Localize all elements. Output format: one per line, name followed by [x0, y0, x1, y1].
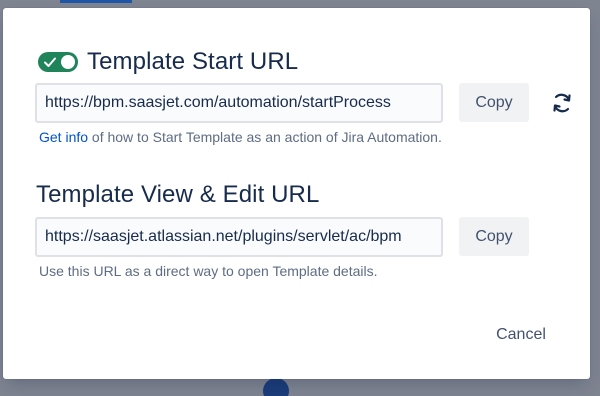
background-content-fragment	[590, 312, 600, 330]
template-urls-dialog: Template Start URL Copy Get info of how …	[3, 8, 590, 379]
start-url-field[interactable]	[35, 83, 443, 123]
view-url-input[interactable]	[45, 228, 433, 246]
get-info-link[interactable]: Get info	[39, 129, 88, 145]
start-url-header: Template Start URL	[38, 48, 298, 76]
start-url-input[interactable]	[45, 94, 433, 112]
background-avatar	[263, 378, 289, 396]
cancel-button[interactable]: Cancel	[483, 317, 559, 353]
start-url-toggle[interactable]	[38, 52, 78, 72]
refresh-icon[interactable]	[550, 91, 574, 115]
start-url-help-text: of how to Start Template as an action of…	[88, 129, 442, 145]
background-content-fragment	[592, 104, 600, 118]
copy-start-url-button[interactable]: Copy	[459, 83, 529, 122]
view-url-field[interactable]	[35, 217, 443, 257]
start-url-title: Template Start URL	[87, 48, 299, 75]
view-url-help: Use this URL as a direct way to open Tem…	[39, 263, 378, 279]
background-active-tab-indicator	[60, 0, 132, 3]
check-icon	[44, 57, 56, 67]
view-url-title: Template View & Edit URL	[36, 181, 320, 208]
copy-view-url-button[interactable]: Copy	[459, 217, 529, 256]
start-url-help: Get info of how to Start Template as an …	[39, 129, 442, 145]
view-url-header: Template View & Edit URL	[36, 181, 319, 209]
toggle-knob	[61, 55, 75, 69]
